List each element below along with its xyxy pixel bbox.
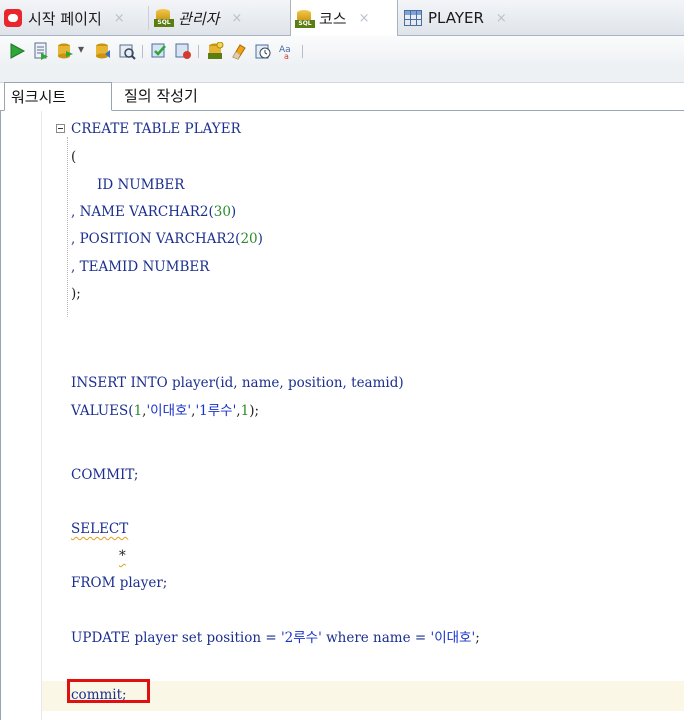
code-line: CREATE TABLE PLAYER <box>71 121 241 137</box>
close-icon[interactable]: × <box>231 11 242 26</box>
rollback-icon[interactable] <box>94 42 112 60</box>
tab-label: 관리자 <box>178 9 220 28</box>
tab-course[interactable]: SQL 코스 × <box>290 0 398 37</box>
close-icon[interactable]: × <box>114 11 125 26</box>
explain-plan-icon[interactable] <box>118 42 136 60</box>
code-line: , POSITION VARCHAR2(20) <box>71 231 263 247</box>
code-line: ID NUMBER <box>97 177 185 193</box>
clear-icon[interactable] <box>230 42 248 60</box>
tab-label: 시작 페이지 <box>28 9 102 28</box>
code-line: COMMIT; <box>71 467 139 483</box>
toolbar-divider <box>302 45 303 58</box>
commit-icon[interactable] <box>56 42 74 60</box>
highlight-box <box>67 679 150 703</box>
run-statement-icon[interactable] <box>8 42 26 60</box>
code-line: ); <box>71 286 81 302</box>
history-icon[interactable] <box>254 42 272 60</box>
tab-admin[interactable]: SQL 관리자 × <box>150 0 290 36</box>
svg-text:a: a <box>284 52 289 60</box>
toolbar-spacer <box>0 66 684 83</box>
code-line: * <box>119 548 126 564</box>
code-line: ( <box>71 149 77 165</box>
code-line: VALUES(1,'이대호','1루수',1); <box>71 403 260 419</box>
table-grid-icon <box>404 10 422 26</box>
format-icon[interactable]: Aaa <box>278 42 296 60</box>
close-icon[interactable]: × <box>359 11 370 26</box>
code-line: INSERT INTO player(id, name, position, t… <box>71 375 404 391</box>
toolbar-divider <box>142 45 143 58</box>
worksheet-subtabs: 워크시트 질의 작성기 <box>0 82 684 111</box>
line-gutter <box>1 111 42 720</box>
worksheet-toolbar: ▾ Aa a <box>0 36 684 67</box>
tab-label: PLAYER <box>428 9 484 27</box>
code-line: SELECT <box>71 521 129 537</box>
tab-divider <box>148 6 149 30</box>
autotrace-icon[interactable] <box>150 42 168 60</box>
tab-query-builder[interactable]: 질의 작성기 <box>118 82 228 110</box>
toolbar-divider <box>198 45 199 58</box>
oracle-icon <box>4 9 22 27</box>
code-line: UPDATE player set position = '2루수' where… <box>71 630 480 646</box>
run-script-icon[interactable] <box>32 42 50 60</box>
tab-start-page[interactable]: 시작 페이지 × <box>0 0 148 36</box>
sql-db-icon: SQL <box>154 9 174 27</box>
tab-label: 코스 <box>319 10 347 28</box>
sql-db-icon: SQL <box>295 9 315 28</box>
editor-tab-bar: 시작 페이지 × SQL 관리자 × SQL 코스 × PLAYER × <box>0 0 684 37</box>
close-icon[interactable]: × <box>496 11 507 26</box>
code-line: FROM player; <box>71 575 168 591</box>
unshared-sql-icon[interactable] <box>174 42 192 60</box>
sql-editor[interactable]: CREATE TABLE PLAYER ( ID NUMBER , NAME V… <box>0 111 684 720</box>
code-line: , TEAMID NUMBER <box>71 259 210 275</box>
tab-worksheet[interactable]: 워크시트 <box>4 82 112 111</box>
sql-tuning-icon[interactable] <box>206 42 224 60</box>
tab-player-table[interactable]: PLAYER × <box>400 0 530 36</box>
fold-toggle-icon[interactable] <box>56 124 65 133</box>
dropdown-arrow-icon[interactable]: ▾ <box>78 42 84 56</box>
code-line: , NAME VARCHAR2(30) <box>71 204 237 220</box>
fold-guide <box>67 137 68 317</box>
